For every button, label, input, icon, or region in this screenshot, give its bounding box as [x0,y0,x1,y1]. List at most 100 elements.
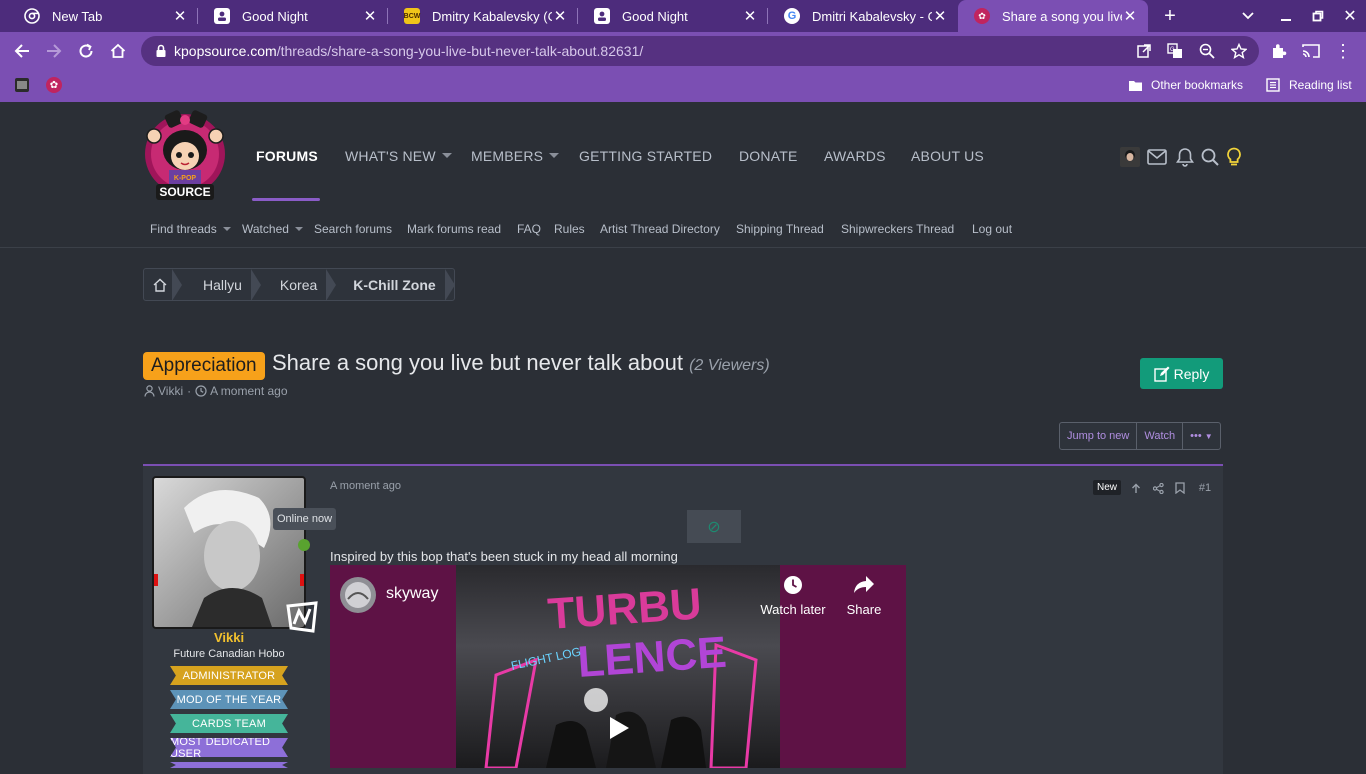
thread-prefix-badge[interactable]: Appreciation [143,352,265,380]
url-text[interactable]: kpopsource.com/threads/share-a-song-you-… [174,43,643,59]
browser-tab-good-night[interactable]: Good Night ✕ [198,0,388,32]
nav-members[interactable]: MEMBERS [471,148,543,164]
browser-tab-google-search[interactable]: G Dmitri Kabalevsky - Google Search ✕ [768,0,958,32]
subnav-find-threads[interactable]: Find threads [150,222,217,236]
nav-whats-new[interactable]: WHAT'S NEW [345,148,436,164]
channel-avatar[interactable] [340,577,376,613]
avatar[interactable] [152,476,306,629]
envelope-icon[interactable] [1146,146,1168,168]
post-body-text: Inspired by this bop that's been stuck i… [330,549,678,564]
tab-search-chevron-icon[interactable] [1236,0,1260,32]
site-logo[interactable]: K-POP SOURCE [142,106,228,204]
reading-list[interactable]: Reading list [1266,76,1352,94]
subnav-faq[interactable]: FAQ [517,222,541,236]
watch-button[interactable]: Watch [1137,423,1184,449]
online-status-icon [298,539,310,551]
bcw-icon: BCW [404,8,420,24]
subnav-shipping-thread[interactable]: Shipping Thread [736,222,824,236]
thread-author-link[interactable]: Vikki [158,384,183,398]
menu-dots-icon[interactable]: ⋮ [1332,40,1354,62]
close-icon[interactable]: ✕ [1122,7,1138,25]
back-arrow-icon[interactable] [11,40,33,62]
thumbnail-subtitle: FLIGHT LOG [510,644,582,672]
tab-label: Share a song you live but never talk abo… [1002,8,1122,24]
nav-forums[interactable]: FORUMS [256,148,318,164]
chevron-down-icon[interactable] [442,153,452,158]
window-close-icon[interactable]: ✕ [1338,0,1362,32]
post-timestamp[interactable]: A moment ago [330,480,401,492]
thread-time[interactable]: A moment ago [210,384,287,398]
jump-to-new-button[interactable]: Jump to new [1060,423,1138,449]
kpopsource-icon: ✿ [974,8,990,24]
bookmark-kpopsource-icon[interactable]: ✿ [46,76,62,94]
thread-title-text: Share a song you live but never talk abo… [272,350,683,375]
url-host: kpopsource.com [174,43,277,59]
nav-getting-started[interactable]: GETTING STARTED [579,148,712,164]
cast-icon[interactable] [1300,40,1322,62]
channel-name[interactable]: skyway [386,585,438,603]
subnav-mark-forums-read[interactable]: Mark forums read [407,222,501,236]
nav-about-us[interactable]: ABOUT US [911,148,984,164]
search-icon[interactable] [1199,146,1221,168]
bell-icon[interactable] [1174,146,1196,168]
post-username[interactable]: Vikki [152,630,306,645]
share-video-button[interactable]: Share [840,575,888,617]
breadcrumb-hallyu[interactable]: Hallyu [181,269,261,301]
post-number[interactable]: #1 [1196,481,1214,495]
other-bookmarks[interactable]: Other bookmarks [1128,76,1243,94]
open-in-app-icon[interactable] [1133,40,1155,62]
close-icon[interactable]: ✕ [932,7,948,25]
home-icon[interactable] [107,40,129,62]
subnav-watched[interactable]: Watched [242,222,289,236]
user-avatar-small[interactable] [1119,146,1141,168]
lightbulb-icon[interactable] [1223,146,1245,168]
breadcrumb-k-chill-zone[interactable]: K-Chill Zone [335,269,456,301]
close-icon[interactable]: ✕ [742,7,758,25]
zoom-icon[interactable] [1196,40,1218,62]
browser-tab-new-tab[interactable]: New Tab ✕ [8,0,198,32]
chevron-down-icon[interactable] [223,227,231,231]
minimize-icon[interactable] [1274,0,1298,32]
subnav-artist-thread-directory[interactable]: Artist Thread Directory [600,222,720,236]
blocked-content-icon: ⊘ [687,510,741,543]
thread-meta: Vikki · A moment ago [144,384,288,398]
subnav-log-out[interactable]: Log out [972,222,1012,236]
breadcrumb-korea[interactable]: Korea [260,269,337,301]
extensions-puzzle-icon[interactable] [1268,40,1290,62]
new-tab-plus-icon[interactable]: + [1158,0,1182,32]
share-arrow-icon [854,576,874,593]
close-icon[interactable]: ✕ [552,7,568,25]
share-icon[interactable] [1151,481,1165,495]
browser-tab-dmitry-kabalevsky[interactable]: BCW Dmitry Kabalevsky (Composer) ✕ [388,0,578,32]
video-embed[interactable]: TURBU LENCE FLIGHT LOG skyway Watch late… [330,565,906,768]
chevron-down-icon[interactable] [295,227,303,231]
restore-icon[interactable] [1306,0,1330,32]
arrow-up-icon[interactable] [1129,481,1143,495]
forward-arrow-icon[interactable] [43,40,65,62]
play-icon[interactable] [607,715,631,741]
reload-icon[interactable] [75,40,97,62]
browser-tab-good-night-2[interactable]: Good Night ✕ [578,0,768,32]
translate-icon[interactable]: G [1164,40,1186,62]
subnav-shipwreckers-thread[interactable]: Shipwreckers Thread [841,222,954,236]
breadcrumb-home[interactable] [144,269,182,301]
banner-partial [170,762,288,768]
logo-subtext: K-POP [174,175,197,182]
more-options-button[interactable]: ••• ▼ [1183,423,1219,449]
close-icon[interactable]: ✕ [172,7,188,25]
bookmark-star-icon[interactable] [1228,40,1250,62]
subnav-search-forums[interactable]: Search forums [314,222,392,236]
folder-icon [1129,80,1142,91]
nav-donate[interactable]: DONATE [739,148,798,164]
chevron-down-icon[interactable] [549,153,559,158]
subnav-rules[interactable]: Rules [554,222,585,236]
reply-button[interactable]: Reply [1140,358,1223,389]
close-icon[interactable]: ✕ [362,7,378,25]
nav-awards[interactable]: AWARDS [824,148,886,164]
bookmark-icon[interactable] [1173,481,1187,495]
bookmark-app-icon[interactable] [14,76,30,94]
watch-later-button[interactable]: Watch later [760,575,826,617]
lock-icon[interactable] [150,40,172,62]
banner-administrator: ADMINISTRATOR [170,666,288,685]
browser-tab-active-thread[interactable]: ✿ Share a song you live but never talk a… [958,0,1148,32]
